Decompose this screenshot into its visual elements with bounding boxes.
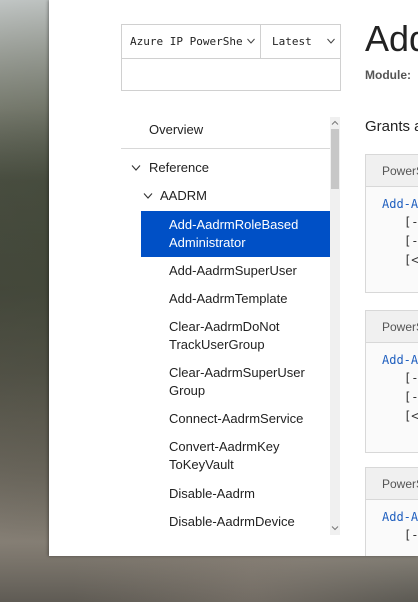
chevron-down-icon[interactable] — [131, 164, 141, 172]
nav-item-clear-aadrmsuperusergroup[interactable]: Clear-AadrmSuperUser Group — [141, 364, 330, 400]
nav-scroll-thumb[interactable] — [331, 129, 339, 189]
nav-item-label: Clear-AadrmSuperUser Group — [169, 365, 305, 398]
nav-item-convert-aadrmkeytokeyvault[interactable]: Convert-AadrmKey ToKeyVault — [141, 438, 330, 474]
nav-item-disable-aadrmdevice[interactable]: Disable-AadrmDevice — [141, 513, 330, 531]
code-param: [- — [404, 234, 418, 248]
nav-reference[interactable]: Reference — [149, 160, 209, 175]
module-label: Module: — [365, 68, 411, 82]
code-command[interactable]: Add-A — [382, 195, 418, 213]
code-param: [- — [404, 528, 418, 542]
nav-item-disable-aadrm[interactable]: Disable-Aadrm — [141, 485, 330, 503]
module-dropdown[interactable]: Azure IP PowerShell — [122, 25, 261, 58]
selector-row: Azure IP PowerShell Latest — [122, 25, 340, 59]
code-block-body: Add-A [- [- [< — [366, 343, 418, 426]
nav-item-add-aadrmtemplate[interactable]: Add-AadrmTemplate — [141, 290, 330, 308]
nav-item-add-aadrmsuperuser[interactable]: Add-AadrmSuperUser — [141, 262, 330, 280]
nav-group-aadrm[interactable]: AADRM — [160, 188, 207, 203]
scroll-down-icon[interactable] — [331, 524, 339, 532]
code-block-header: PowerShell — [366, 155, 418, 187]
nav-item-label: Disable-AadrmDevice — [169, 514, 295, 529]
nav-divider — [121, 148, 331, 149]
nav-overview[interactable]: Overview — [149, 122, 203, 137]
nav-item-label: Add-AadrmTemplate — [169, 291, 288, 306]
chevron-down-icon — [327, 38, 335, 44]
chevron-down-icon[interactable] — [143, 192, 153, 200]
cmdlet-summary: Grants a — [365, 118, 418, 135]
chevron-down-icon — [247, 38, 255, 44]
nav-item-label: Add-AadrmRoleBased Administrator — [169, 217, 299, 250]
nav-item-connect-aadrmservice[interactable]: Connect-AadrmService — [141, 410, 330, 428]
version-dropdown[interactable]: Latest — [261, 25, 340, 58]
code-block-header: PowerShell — [366, 311, 418, 343]
code-block-body: Add-A [- — [366, 500, 418, 545]
code-param: [< — [404, 253, 418, 267]
syntax-code-block: PowerShell Add-A [- [- [< — [365, 310, 418, 453]
module-dropdown-label: Azure IP PowerShell — [130, 35, 242, 48]
nav-item-label: Convert-AadrmKey ToKeyVault — [169, 439, 280, 472]
code-block-header: PowerShell — [366, 468, 418, 500]
code-command[interactable]: Add-A — [382, 508, 418, 526]
syntax-code-block: PowerShell Add-A [- — [365, 467, 418, 556]
nav-item-label: Disable-Aadrm — [169, 486, 255, 501]
nav-item-add-aadrmrolebasedadministrator[interactable]: Add-AadrmRoleBased Administrator — [141, 211, 330, 257]
nav-item-label: Connect-AadrmService — [169, 411, 304, 426]
nav-item-label: Add-AadrmSuperUser — [169, 263, 297, 278]
code-param: [- — [404, 371, 418, 385]
nav-item-clear-aadrmdonottrackusergroup[interactable]: Clear-AadrmDoNot TrackUserGroup — [141, 318, 330, 354]
code-command[interactable]: Add-A — [382, 351, 418, 369]
code-param: [- — [404, 215, 418, 229]
version-selector-panel: Azure IP PowerShell Latest — [121, 24, 341, 91]
syntax-code-block: PowerShell Add-A [- [- [< — [365, 154, 418, 293]
code-block-body: Add-A [- [- [< — [366, 187, 418, 270]
version-dropdown-label: Latest — [272, 35, 312, 48]
code-param: [< — [404, 409, 418, 423]
nav-item-label: Clear-AadrmDoNot TrackUserGroup — [169, 319, 280, 352]
docs-window: Azure IP PowerShell Latest Overview Refe… — [49, 0, 418, 556]
code-param: [- — [404, 390, 418, 404]
scroll-up-icon[interactable] — [331, 119, 339, 127]
page-title: Add — [365, 18, 418, 59]
